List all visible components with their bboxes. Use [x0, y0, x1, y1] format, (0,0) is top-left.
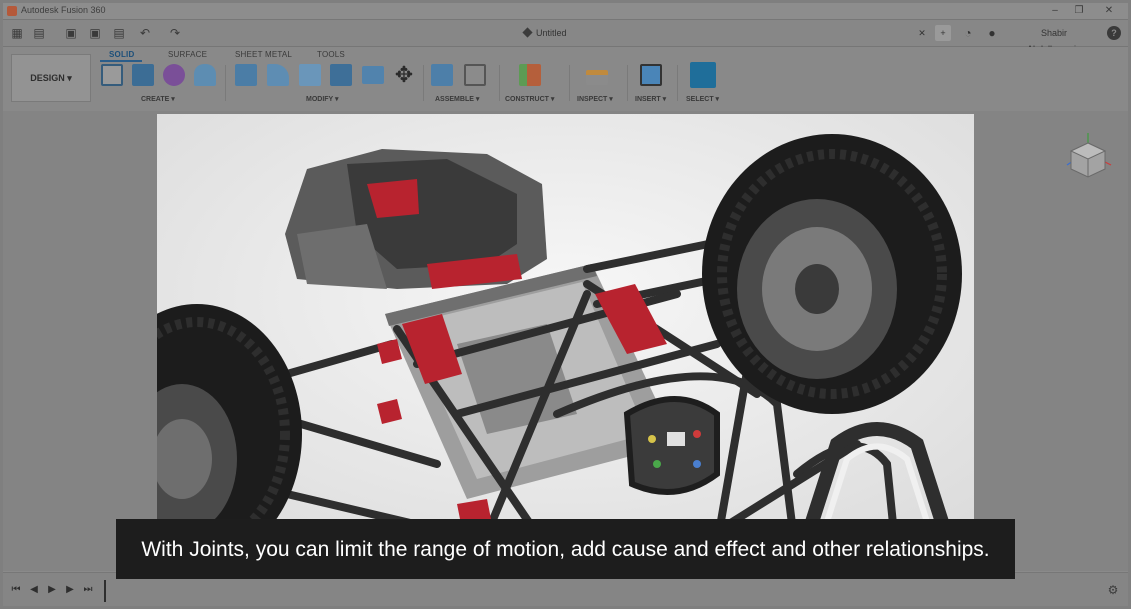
ribbon-separator: [569, 65, 570, 101]
create-sketch-icon[interactable]: [101, 64, 123, 86]
joint-icon[interactable]: [464, 64, 486, 86]
assemble-group-label[interactable]: ASSEMBLE ▾: [435, 95, 479, 103]
new-tab-plus-icon[interactable]: +: [935, 25, 951, 41]
workspace-switcher[interactable]: DESIGN ▾: [11, 54, 91, 102]
step-back-icon[interactable]: ◀: [29, 584, 39, 596]
caption-text: With Joints, you can limit the range of …: [141, 537, 990, 561]
step-forward-icon[interactable]: ▶: [65, 584, 75, 596]
quick-access-toolbar: ▦ ▤ ▣ ▣ ▤ ↶ ↷ Untitled ✕ + ◔ ● Shabir Ab…: [3, 20, 1128, 54]
inspect-group-label[interactable]: INSPECT ▾: [577, 95, 613, 103]
move-copy-icon[interactable]: ✥: [393, 64, 415, 86]
create-form-icon[interactable]: [163, 64, 185, 86]
extrude-icon[interactable]: [132, 64, 154, 86]
canvas-area[interactable]: [3, 111, 1128, 571]
active-tab-indicator: [100, 60, 142, 62]
go-to-start-icon[interactable]: ⏮: [11, 584, 21, 596]
redo-icon[interactable]: ↷: [167, 25, 183, 41]
close-tab-button[interactable]: ✕: [915, 25, 929, 41]
timeline-marker[interactable]: [104, 580, 106, 602]
right-wheel: [702, 134, 962, 414]
play-icon[interactable]: ▶: [47, 584, 57, 596]
component-cube-icon: [522, 27, 533, 38]
data-panel-grid-icon[interactable]: ▦: [9, 25, 25, 41]
video-caption: With Joints, you can limit the range of …: [116, 519, 1015, 579]
select-arrow-icon[interactable]: [690, 62, 716, 88]
measure-icon[interactable]: [586, 70, 608, 85]
print-icon[interactable]: ▤: [111, 25, 127, 41]
modify-group-label[interactable]: MODIFY ▾: [306, 95, 339, 103]
shell-icon[interactable]: [330, 64, 352, 86]
help-icon[interactable]: ?: [1107, 26, 1121, 40]
new-component-icon[interactable]: [431, 64, 453, 86]
app-window: Autodesk Fusion 360 – ❐ ✕ ▦ ▤ ▣ ▣ ▤ ↶ ↷ …: [3, 3, 1128, 606]
ribbon-separator: [499, 65, 500, 101]
select-group-label[interactable]: SELECT ▾: [686, 95, 719, 103]
window-title: Autodesk Fusion 360: [21, 5, 106, 15]
offset-plane-icon[interactable]: [519, 64, 541, 86]
insert-image-icon[interactable]: [640, 64, 662, 86]
chamfer-icon[interactable]: [299, 64, 321, 86]
job-status-icon[interactable]: ◔: [961, 25, 975, 41]
file-menu-icon[interactable]: ▤: [31, 25, 47, 41]
tab-solid[interactable]: SOLID: [109, 50, 134, 59]
document-name: Untitled: [536, 28, 567, 38]
close-window-button[interactable]: ✕: [1097, 4, 1121, 18]
create-group-label[interactable]: CREATE ▾: [141, 95, 175, 103]
maximize-button[interactable]: ❐: [1067, 4, 1091, 18]
racecar-chassis-model[interactable]: [157, 114, 974, 569]
ribbon-toolbar: DESIGN ▾ SOLID SURFACE SHEET METAL TOOLS…: [3, 47, 1128, 112]
tab-sheet-metal[interactable]: SHEET METAL: [235, 50, 292, 59]
insert-group-label[interactable]: INSERT ▾: [635, 95, 666, 103]
fusion-logo-icon: [7, 6, 17, 16]
undo-icon[interactable]: ↶: [137, 25, 153, 41]
user-account[interactable]: Shabir Abdulhussein: [1013, 25, 1095, 54]
title-bar: Autodesk Fusion 360 – ❐ ✕: [3, 3, 1128, 20]
press-pull-icon[interactable]: [235, 64, 257, 86]
steering-wheel: [623, 396, 720, 495]
timeline-settings-gear-icon[interactable]: ⚙: [1106, 583, 1120, 597]
fillet-icon[interactable]: [267, 64, 289, 86]
minimize-button[interactable]: –: [1043, 4, 1067, 18]
ribbon-separator: [225, 65, 226, 101]
view-cube[interactable]: [1063, 131, 1113, 181]
ribbon-separator: [627, 65, 628, 101]
construct-group-label[interactable]: CONSTRUCT ▾: [505, 95, 554, 103]
document-tab[interactable]: Untitled: [522, 25, 567, 41]
pipe-icon[interactable]: [194, 64, 216, 86]
save-icon[interactable]: ▣: [63, 25, 79, 41]
ribbon-separator: [677, 65, 678, 101]
tab-tools[interactable]: TOOLS: [317, 50, 345, 59]
ribbon-separator: [423, 65, 424, 101]
combine-icon[interactable]: [362, 66, 384, 84]
notifications-icon[interactable]: ●: [985, 25, 999, 41]
model-viewport[interactable]: [157, 114, 974, 569]
tab-surface[interactable]: SURFACE: [168, 50, 207, 59]
go-to-end-icon[interactable]: ⏭: [83, 584, 93, 596]
save-as-icon[interactable]: ▣: [87, 25, 103, 41]
